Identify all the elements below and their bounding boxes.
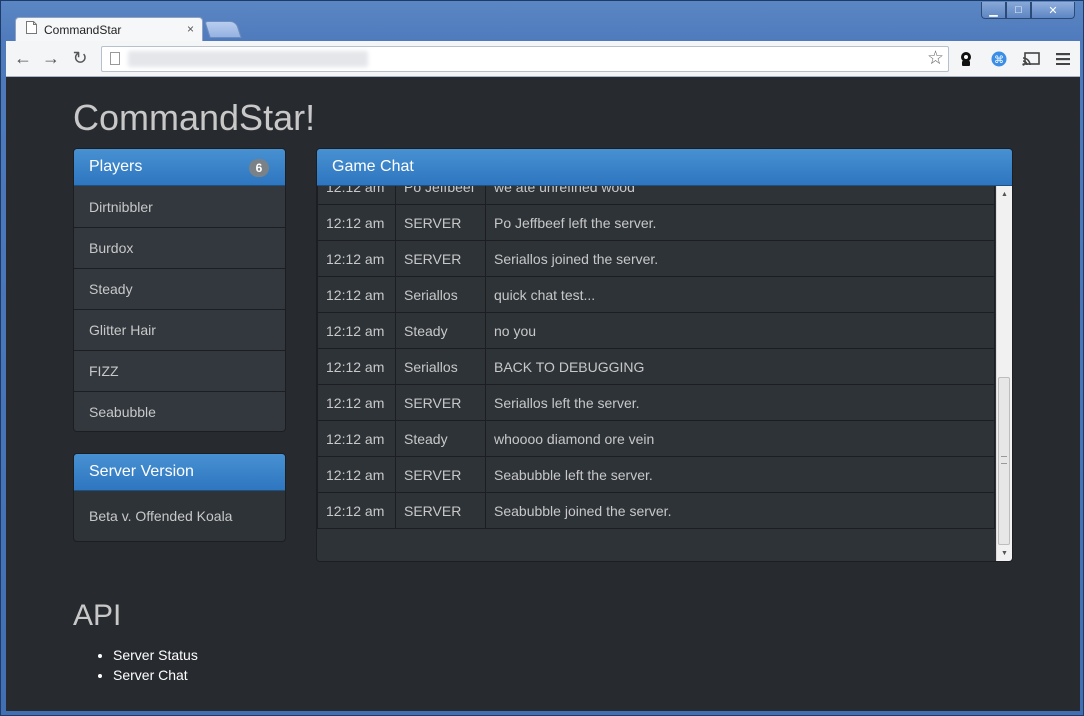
chat-time: 12:12 am (317, 420, 396, 457)
tab-close-icon[interactable]: × (187, 22, 194, 36)
server-version-value: Beta v. Offended Koala (89, 508, 233, 524)
server-version-title: Server Version (89, 463, 194, 480)
chat-user: Steady (395, 420, 486, 457)
window-controls: ▁ □ ✕ (981, 2, 1075, 19)
api-heading: API (73, 599, 122, 632)
game-chat-heading: Game Chat (317, 149, 1012, 186)
chat-row: 12:12 am SERVER Seriallos joined the serve… (317, 240, 995, 277)
player-list-item[interactable]: Glitter Hair (74, 309, 285, 350)
server-chat-link[interactable]: Server Chat (113, 667, 188, 683)
game-chat-panel: Game Chat 12:12 am Po Jeffbeef we ate unre… (316, 148, 1013, 562)
chat-user: SERVER (395, 456, 486, 493)
game-chat-title: Game Chat (332, 158, 414, 175)
chat-message: Seriallos left the server. (485, 384, 995, 421)
api-link-item: Server Chat (113, 665, 198, 685)
chat-row: 12:12 am Po Jeffbeef we ate unrefined wood (317, 186, 995, 205)
new-tab-button[interactable] (204, 21, 242, 38)
chat-message: Seriallos joined the server. (485, 240, 995, 277)
player-list-item[interactable]: Burdox (74, 227, 285, 268)
address-bar[interactable]: ☆ (101, 46, 949, 72)
player-list-item[interactable]: Seabubble (74, 391, 285, 431)
chat-user: SERVER (395, 492, 486, 529)
grip-icon (1001, 456, 1007, 464)
player-list-item[interactable]: Dirtnibbler (74, 186, 285, 227)
players-list: Dirtnibbler Burdox Steady Glitter Hair F… (74, 186, 285, 431)
chat-user: SERVER (395, 384, 486, 421)
chat-scrollbar[interactable]: ▲ ▼ (996, 186, 1012, 561)
chat-time: 12:12 am (317, 276, 396, 313)
players-panel-heading: Players 6 (74, 149, 285, 186)
chat-message: no you (485, 312, 995, 349)
scrollbar-thumb[interactable] (998, 377, 1010, 545)
server-version-heading: Server Version (74, 454, 285, 491)
forward-button[interactable]: → (40, 47, 62, 69)
server-version-panel: Server Version Beta v. Offended Koala (73, 453, 286, 542)
menu-icon[interactable] (1054, 50, 1072, 68)
chat-row: 12:12 am SERVER Seabubble left the server. (317, 456, 995, 493)
chat-user: Steady (395, 312, 486, 349)
blurred-url (128, 51, 368, 67)
cast-icon[interactable] (1022, 50, 1040, 68)
chat-time: 12:12 am (317, 204, 396, 241)
players-panel: Players 6 Dirtnibbler Burdox Steady Glit… (73, 148, 286, 432)
maximize-button[interactable]: □ (1006, 2, 1031, 19)
back-button[interactable]: ← (12, 47, 34, 69)
chat-message: Seabubble joined the server. (485, 492, 995, 529)
chat-row: 12:12 am SERVER Po Jeffbeef left the serve… (317, 204, 995, 241)
chat-row: 12:12 am SERVER Seriallos left the server. (317, 384, 995, 421)
browser-toolbar: ← → ↻ ☆ ⌘ (6, 41, 1080, 77)
chat-time: 12:12 am (317, 348, 396, 385)
reload-button[interactable]: ↻ (69, 47, 91, 69)
chat-user: Seriallos (395, 276, 486, 313)
minimize-button[interactable]: ▁ (981, 2, 1006, 19)
chat-message: whoooo diamond ore vein (485, 420, 995, 457)
api-link-item: Server Status (113, 645, 198, 665)
chat-time: 12:12 am (317, 384, 396, 421)
chat-scroll-area[interactable]: 12:12 am Po Jeffbeef we ate unrefined wood… (317, 186, 995, 561)
extension-icon[interactable]: ⌘ (990, 50, 1008, 68)
chat-message: we ate unrefined wood (485, 186, 995, 205)
chat-time: 12:12 am (317, 492, 396, 529)
chat-time: 12:12 am (317, 186, 396, 205)
chat-time: 12:12 am (317, 240, 396, 277)
page-icon (26, 20, 37, 39)
chat-user: Po Jeffbeef (395, 186, 486, 205)
player-count-badge: 6 (249, 159, 269, 177)
chat-row: 12:12 am Seriallos BACK TO DEBUGGING (317, 348, 995, 385)
players-panel-title: Players (89, 158, 143, 175)
chat-row: 12:12 am Seriallos quick chat test... (317, 276, 995, 313)
api-links: Server Status Server Chat (73, 645, 198, 685)
extension-icon[interactable] (957, 50, 975, 68)
chat-row: 12:12 am Steady whoooo diamond ore vein (317, 420, 995, 457)
chat-row: 12:12 am SERVER Seabubble joined the serve… (317, 492, 995, 529)
scroll-down-arrow-icon[interactable]: ▼ (997, 545, 1012, 561)
scroll-up-arrow-icon[interactable]: ▲ (997, 186, 1012, 202)
tab-title: CommandStar (44, 22, 122, 37)
player-list-item[interactable]: Steady (74, 268, 285, 309)
page-title: CommandStar! (73, 97, 316, 138)
player-list-item[interactable]: FIZZ (74, 350, 285, 391)
chat-row: 12:12 am Steady no you (317, 312, 995, 349)
chat-message: BACK TO DEBUGGING (485, 348, 995, 385)
page-content: CommandStar! Players 6 Dirtnibbler Burdo… (6, 77, 1080, 711)
chat-user: Seriallos (395, 348, 486, 385)
browser-tab[interactable]: CommandStar × (15, 17, 203, 41)
page-icon (110, 52, 120, 65)
chat-table: 12:12 am Po Jeffbeef we ate unrefined wood… (317, 186, 995, 529)
bookmark-star-icon[interactable]: ☆ (927, 47, 944, 70)
chat-user: SERVER (395, 240, 486, 277)
chat-time: 12:12 am (317, 456, 396, 493)
browser-window: ▁ □ ✕ CommandStar × ← → ↻ ☆ ⌘ CommandSta… (0, 0, 1084, 716)
chat-time: 12:12 am (317, 312, 396, 349)
close-window-button[interactable]: ✕ (1031, 2, 1075, 19)
chat-message: quick chat test... (485, 276, 995, 313)
chat-message: Po Jeffbeef left the server. (485, 204, 995, 241)
chat-user: SERVER (395, 204, 486, 241)
svg-text:⌘: ⌘ (994, 55, 1004, 66)
server-status-link[interactable]: Server Status (113, 647, 198, 663)
chat-message: Seabubble left the server. (485, 456, 995, 493)
